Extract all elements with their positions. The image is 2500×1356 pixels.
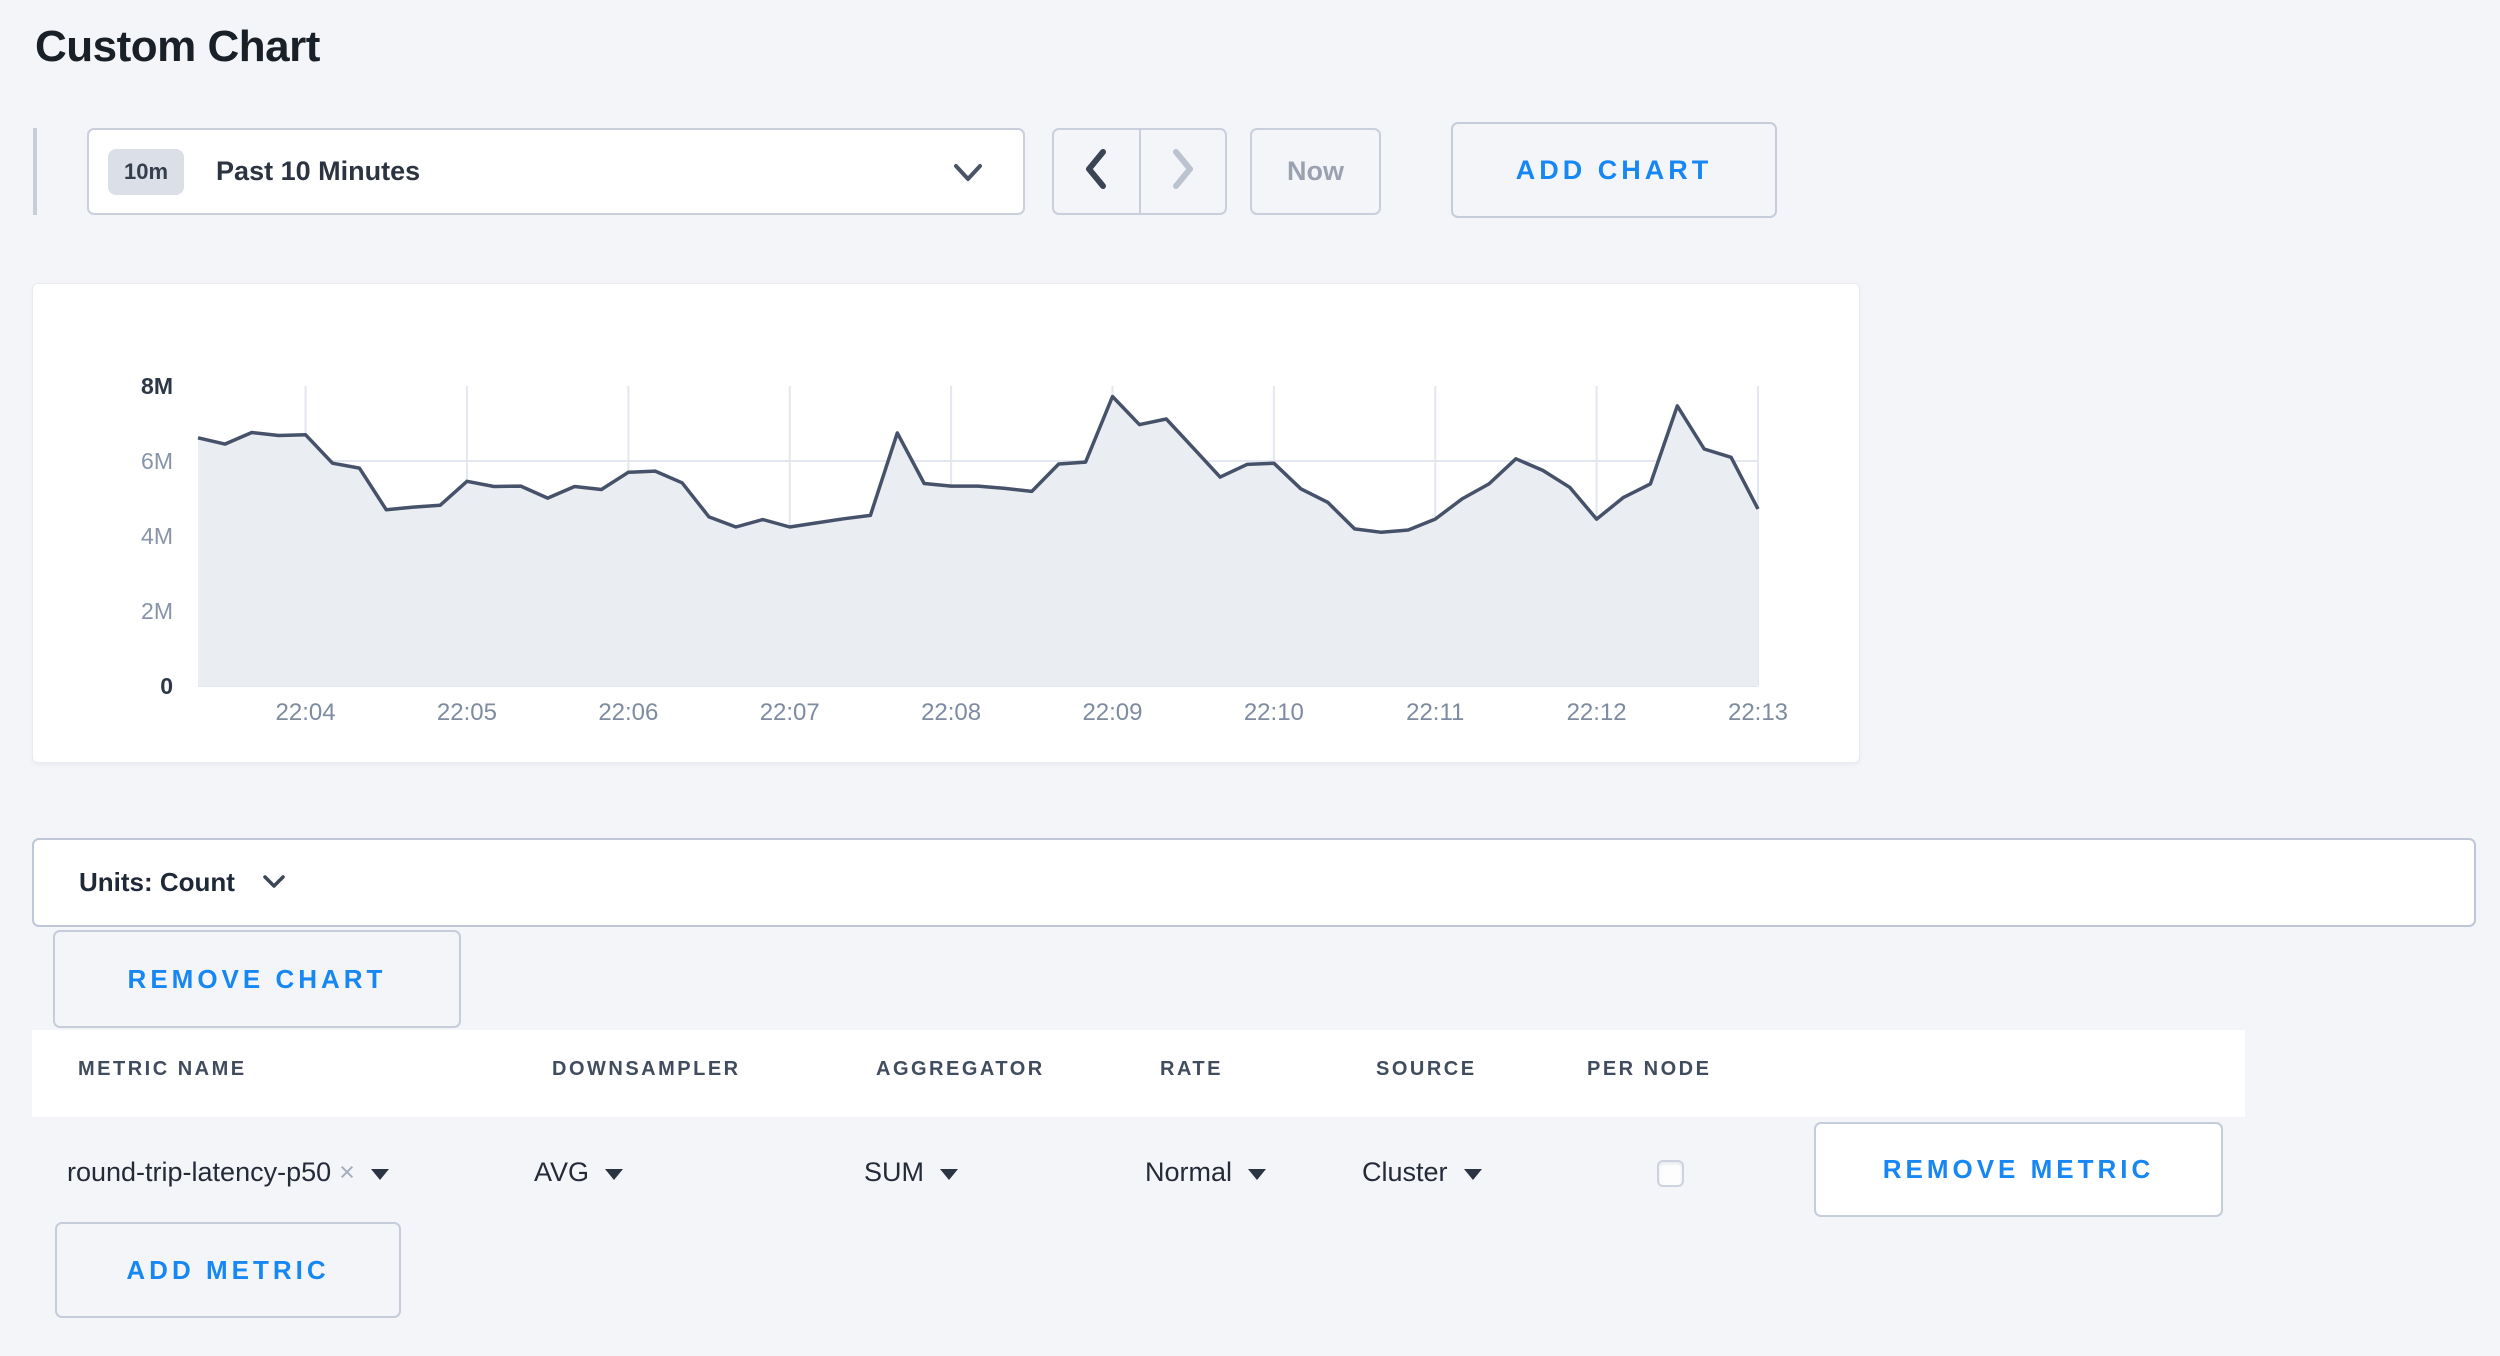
remove-chart-button[interactable]: REMOVE CHART — [53, 930, 461, 1028]
remove-metric-button[interactable]: REMOVE METRIC — [1814, 1122, 2223, 1217]
metric-name-value: round-trip-latency-p50 — [67, 1157, 331, 1188]
add-metric-button[interactable]: ADD METRIC — [55, 1222, 401, 1318]
x-axis-tick-label: 22:09 — [1082, 699, 1142, 726]
chevron-down-icon — [261, 874, 287, 895]
timeseries-area-chart: 22:04 22:05 22:06 22:07 22:08 22:09 22:10 22:11… — [33, 284, 1861, 764]
column-header-aggregator: AGGREGATOR — [876, 1058, 1045, 1081]
y-axis-tick-label: 0 — [160, 673, 173, 699]
column-header-source: SOURCE — [1376, 1058, 1477, 1081]
dropdown-caret-icon — [940, 1169, 958, 1180]
x-axis-tick-label: 22:07 — [760, 699, 820, 726]
downsampler-select[interactable]: AVG — [534, 1150, 623, 1194]
time-range-badge: 10m — [108, 149, 184, 195]
toolbar-divider — [33, 128, 37, 215]
x-axis-tick-label: 22:05 — [437, 699, 497, 726]
aggregator-select[interactable]: SUM — [864, 1150, 958, 1194]
area-fill — [198, 397, 1758, 687]
clear-metric-icon[interactable]: × — [339, 1157, 355, 1188]
x-axis-tick-label: 22:04 — [276, 699, 336, 726]
dropdown-caret-icon — [1464, 1169, 1482, 1180]
source-value: Cluster — [1362, 1157, 1448, 1188]
x-axis-tick-label: 22:08 — [921, 699, 981, 726]
units-label: Units: Count — [79, 867, 235, 898]
aggregator-value: SUM — [864, 1157, 924, 1188]
x-axis-tick-label: 22:11 — [1406, 699, 1464, 726]
rate-value: Normal — [1145, 1157, 1232, 1188]
rate-select[interactable]: Normal — [1145, 1150, 1266, 1194]
source-select[interactable]: Cluster — [1362, 1150, 1482, 1194]
now-button[interactable]: Now — [1250, 128, 1381, 215]
dropdown-caret-icon — [605, 1169, 623, 1180]
chevron-down-icon — [951, 162, 985, 189]
per-node-checkbox[interactable] — [1657, 1160, 1684, 1187]
prev-time-button[interactable] — [1054, 130, 1141, 213]
y-axis-tick-label: 6M — [141, 448, 173, 474]
y-axis-tick-label: 4M — [141, 523, 173, 549]
time-range-dropdown[interactable]: 10m Past 10 Minutes — [87, 128, 1025, 215]
dropdown-caret-icon — [1248, 1169, 1266, 1180]
page-title: Custom Chart — [35, 22, 320, 72]
x-axis-tick-label: 22:12 — [1567, 699, 1627, 726]
y-axis-tick-label: 2M — [141, 598, 173, 624]
chevron-right-icon — [1169, 147, 1197, 196]
column-header-downsampler: DOWNSAMPLER — [552, 1058, 741, 1081]
x-axis-tick-label: 22:10 — [1244, 699, 1304, 726]
metrics-table-header — [32, 1030, 2245, 1117]
dropdown-caret-icon — [371, 1169, 389, 1180]
column-header-metric-name: METRIC NAME — [78, 1058, 247, 1081]
units-dropdown[interactable]: Units: Count — [32, 838, 2476, 927]
downsampler-value: AVG — [534, 1157, 589, 1188]
time-step-buttons — [1052, 128, 1227, 215]
metric-name-select[interactable]: round-trip-latency-p50 × — [67, 1150, 389, 1194]
add-chart-button[interactable]: ADD CHART — [1451, 122, 1777, 218]
x-axis-tick-label: 22:13 — [1728, 699, 1788, 726]
column-header-per-node: PER NODE — [1587, 1058, 1711, 1081]
time-range-label: Past 10 Minutes — [216, 156, 420, 187]
x-axis-tick-label: 22:06 — [598, 699, 658, 726]
chevron-left-icon — [1082, 147, 1110, 196]
column-header-rate: RATE — [1160, 1058, 1223, 1081]
y-axis-tick-label: 8M — [141, 373, 173, 399]
chart-card: 22:04 22:05 22:06 22:07 22:08 22:09 22:10 22:11… — [32, 283, 1860, 763]
next-time-button[interactable] — [1141, 130, 1226, 213]
custom-chart-page: Custom Chart 10m Past 10 Minutes Now ADD… — [0, 0, 2500, 1356]
